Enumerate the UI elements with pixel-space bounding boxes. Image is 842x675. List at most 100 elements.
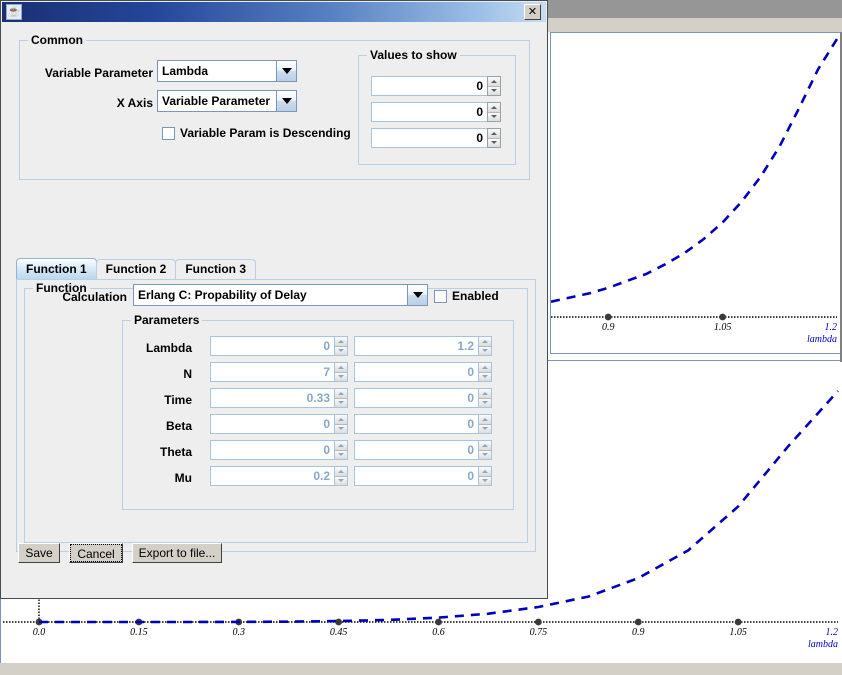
enabled-checkbox-box[interactable] [434, 289, 447, 303]
spinner-down-icon[interactable] [479, 476, 491, 485]
value-to-show-field-2[interactable]: 0 [371, 102, 487, 122]
spinner-up-icon[interactable] [479, 441, 491, 451]
spinner-down-icon[interactable] [335, 372, 347, 381]
param-from-n[interactable]: 7 [210, 362, 348, 382]
spinner-down-icon[interactable] [488, 138, 500, 147]
descending-checkbox-box[interactable] [162, 126, 175, 140]
param-from-field-mu[interactable]: 0.2 [210, 466, 334, 486]
spinner-down-icon[interactable] [335, 450, 347, 459]
param-from-beta[interactable]: 0 [210, 414, 348, 434]
spinner-buttons[interactable] [478, 336, 492, 356]
param-to-mu[interactable]: 0 [354, 466, 492, 486]
spinner-up-icon[interactable] [335, 389, 347, 399]
variable-parameter-select[interactable]: Lambda [157, 60, 297, 82]
value-to-show-spinner-3[interactable]: 0 [371, 128, 501, 148]
spinner-up-icon[interactable] [335, 467, 347, 477]
value-to-show-spinner-2[interactable]: 0 [371, 102, 501, 122]
function-tabstrip[interactable]: Function 1 Function 2 Function 3 [16, 258, 257, 280]
spinner-down-icon[interactable] [479, 346, 491, 355]
spinner-down-icon[interactable] [335, 346, 347, 355]
save-button[interactable]: Save [18, 543, 60, 563]
param-from-field-theta[interactable]: 0 [210, 440, 334, 460]
tab-function-1[interactable]: Function 1 [16, 258, 97, 280]
value-to-show-spinner-1[interactable]: 0 [371, 76, 501, 96]
param-to-field-beta[interactable]: 0 [354, 414, 478, 434]
spinner-up-icon[interactable] [335, 363, 347, 373]
calculation-value: Erlang C: Propability of Delay [133, 284, 407, 306]
param-to-field-theta[interactable]: 0 [354, 440, 478, 460]
param-to-theta[interactable]: 0 [354, 440, 492, 460]
spinner-up-icon[interactable] [479, 467, 491, 477]
spinner-buttons[interactable] [334, 362, 348, 382]
param-from-lambda[interactable]: 0 [210, 336, 348, 356]
param-to-beta[interactable]: 0 [354, 414, 492, 434]
spinner-up-icon[interactable] [335, 337, 347, 347]
spinner-buttons[interactable] [334, 336, 348, 356]
param-to-field-n[interactable]: 0 [354, 362, 478, 382]
chevron-down-icon[interactable] [276, 60, 297, 82]
param-from-time[interactable]: 0.33 [210, 388, 348, 408]
spinner-buttons[interactable] [478, 440, 492, 460]
spinner-buttons[interactable] [487, 102, 501, 122]
spinner-down-icon[interactable] [479, 450, 491, 459]
spinner-buttons[interactable] [334, 466, 348, 486]
spinner-buttons[interactable] [334, 414, 348, 434]
spinner-up-icon[interactable] [335, 415, 347, 425]
calculation-select[interactable]: Erlang C: Propability of Delay [133, 284, 428, 306]
spinner-down-icon[interactable] [479, 372, 491, 381]
spinner-down-icon[interactable] [335, 476, 347, 485]
param-to-field-mu[interactable]: 0 [354, 466, 478, 486]
spinner-buttons[interactable] [334, 388, 348, 408]
spinner-up-icon[interactable] [479, 415, 491, 425]
spinner-down-icon[interactable] [335, 398, 347, 407]
param-label-time: Time [164, 393, 192, 407]
param-to-n[interactable]: 0 [354, 362, 492, 382]
spinner-down-icon[interactable] [479, 424, 491, 433]
param-to-field-time[interactable]: 0 [354, 388, 478, 408]
spinner-buttons[interactable] [487, 76, 501, 96]
chevron-down-icon[interactable] [276, 90, 297, 112]
param-from-theta[interactable]: 0 [210, 440, 348, 460]
spinner-buttons[interactable] [334, 440, 348, 460]
spinner-up-icon[interactable] [488, 77, 500, 87]
descending-checkbox[interactable]: Variable Param is Descending [162, 126, 351, 140]
close-icon[interactable]: ✕ [524, 4, 541, 20]
spinner-down-icon[interactable] [479, 398, 491, 407]
param-from-field-n[interactable]: 7 [210, 362, 334, 382]
spinner-buttons[interactable] [478, 388, 492, 408]
spinner-down-icon[interactable] [488, 86, 500, 95]
param-from-mu[interactable]: 0.2 [210, 466, 348, 486]
chevron-down-icon[interactable] [407, 284, 428, 306]
spinner-up-icon[interactable] [479, 389, 491, 399]
value-to-show-field-3[interactable]: 0 [371, 128, 487, 148]
param-to-time[interactable]: 0 [354, 388, 492, 408]
export-button[interactable]: Export to file... [132, 543, 222, 563]
param-to-field-lambda[interactable]: 1.2 [354, 336, 478, 356]
param-label-lambda: Lambda [145, 341, 192, 355]
tab-function-3[interactable]: Function 3 [175, 259, 257, 280]
spinner-up-icon[interactable] [479, 337, 491, 347]
chart-panel-top[interactable]: 0.9 1.05 1.2 lambda [550, 32, 842, 354]
parameters-group-title: Parameters [131, 313, 203, 327]
param-from-field-lambda[interactable]: 0 [210, 336, 334, 356]
param-from-field-time[interactable]: 0.33 [210, 388, 334, 408]
spinner-up-icon[interactable] [335, 441, 347, 451]
enabled-checkbox[interactable]: Enabled [434, 289, 499, 303]
spinner-up-icon[interactable] [488, 103, 500, 113]
value-to-show-field-1[interactable]: 0 [371, 76, 487, 96]
spinner-down-icon[interactable] [335, 424, 347, 433]
cancel-button[interactable]: Cancel [69, 543, 123, 563]
spinner-buttons[interactable] [478, 362, 492, 382]
param-to-lambda[interactable]: 1.2 [354, 336, 492, 356]
dialog-titlebar[interactable]: ☕ ✕ [2, 2, 546, 23]
svg-text:1.2: 1.2 [826, 627, 839, 638]
x-axis-select[interactable]: Variable Parameter [157, 90, 297, 112]
spinner-buttons[interactable] [478, 466, 492, 486]
spinner-up-icon[interactable] [488, 129, 500, 139]
spinner-down-icon[interactable] [488, 112, 500, 121]
spinner-buttons[interactable] [478, 414, 492, 434]
spinner-up-icon[interactable] [479, 363, 491, 373]
tab-function-2[interactable]: Function 2 [95, 259, 177, 280]
param-from-field-beta[interactable]: 0 [210, 414, 334, 434]
spinner-buttons[interactable] [487, 128, 501, 148]
